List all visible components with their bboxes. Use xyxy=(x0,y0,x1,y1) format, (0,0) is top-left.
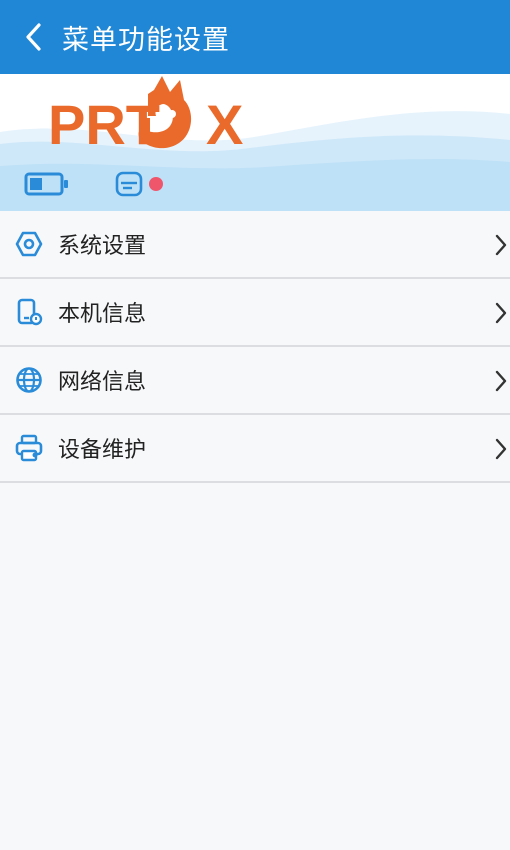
menu-settings-screen: 菜单功能设置 PRT X 系统设置 本机信息 网络信息 设备维护 xyxy=(0,0,510,850)
svg-text:X: X xyxy=(206,93,243,156)
globe-icon xyxy=(14,365,44,395)
menu-item-label: 本机信息 xyxy=(58,302,147,327)
back-button[interactable] xyxy=(6,0,62,74)
menu-item-label: 网络信息 xyxy=(58,370,147,395)
chevron-right-icon xyxy=(495,302,507,324)
menu-item-system-settings[interactable]: 系统设置 xyxy=(0,211,510,279)
menu-item-network-info[interactable]: 网络信息 xyxy=(0,347,510,415)
settings-menu: 系统设置 本机信息 网络信息 设备维护 xyxy=(0,211,510,483)
prtfox-logo: PRT X xyxy=(48,76,243,156)
chevron-right-icon xyxy=(495,438,507,460)
chevron-right-icon xyxy=(495,370,507,392)
page-title: 菜单功能设置 xyxy=(62,24,230,56)
menu-item-label: 设备维护 xyxy=(58,438,147,463)
status-dot xyxy=(149,177,163,191)
menu-item-label: 系统设置 xyxy=(58,234,147,259)
top-bar: 菜单功能设置 xyxy=(0,0,510,74)
device-info-icon xyxy=(14,297,44,327)
battery-icon xyxy=(24,172,68,196)
printer-maintenance-icon xyxy=(14,433,44,463)
settings-hexagon-icon xyxy=(14,229,44,259)
menu-item-device-info[interactable]: 本机信息 xyxy=(0,279,510,347)
chevron-left-icon xyxy=(26,23,41,51)
brand-banner: PRT X xyxy=(0,74,510,211)
printer-status-icon xyxy=(115,171,163,197)
chevron-right-icon xyxy=(495,234,507,256)
menu-item-device-maintenance[interactable]: 设备维护 xyxy=(0,415,510,483)
